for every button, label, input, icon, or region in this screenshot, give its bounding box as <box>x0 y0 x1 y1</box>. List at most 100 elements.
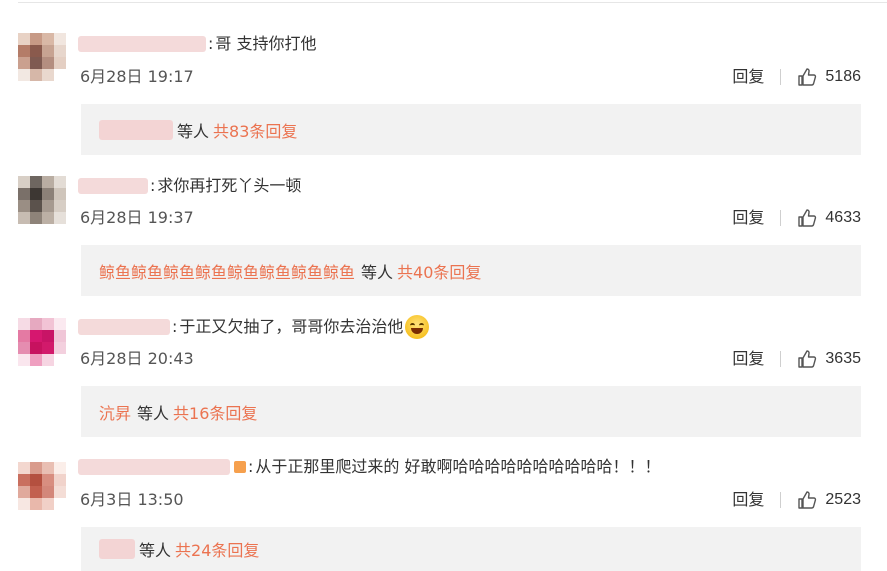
replies-summary: 鲸鱼鲸鱼鲸鱼鲸鱼鲸鱼鲸鱼鲸鱼鲸鱼 等人 共40条回复 <box>81 245 861 296</box>
comment-text: 哥 支持你打他 <box>215 34 317 53</box>
avatar-pixel <box>30 33 42 45</box>
avatar-pixel <box>42 45 54 57</box>
avatar-pixel <box>54 212 66 224</box>
avatar-pixel <box>42 69 54 81</box>
view-replies-link[interactable]: 共83条回复 <box>213 118 297 142</box>
avatar-pixel <box>54 69 66 81</box>
vip-badge-icon <box>234 461 246 473</box>
avatar-pixel <box>42 188 54 200</box>
avatar-pixel <box>42 498 54 510</box>
avatar[interactable] <box>18 462 66 510</box>
avatar-pixel <box>42 57 54 69</box>
avatar-pixel <box>18 188 30 200</box>
username-blurred[interactable] <box>78 459 230 475</box>
divider <box>780 492 782 508</box>
thumbs-up-icon[interactable] <box>797 349 817 369</box>
avatar[interactable] <box>18 318 66 366</box>
avatar-pixel <box>54 200 66 212</box>
replier-names[interactable]: 鲸鱼鲸鱼鲸鱼鲸鱼鲸鱼鲸鱼鲸鱼鲸鱼 <box>99 259 355 283</box>
comment-line: : 哥 支持你打他 <box>78 33 316 55</box>
reply-button[interactable]: 回复 <box>732 67 764 87</box>
avatar-pixel <box>54 486 66 498</box>
comment-time: 6月28日 20:43 <box>80 349 194 368</box>
thumbs-up-icon[interactable] <box>797 67 817 87</box>
avatar-pixel <box>54 176 66 188</box>
replies-summary: 等人 共24条回复 <box>81 527 861 571</box>
like-count: 3635 <box>825 350 861 367</box>
avatar-pixel <box>30 462 42 474</box>
replies-summary: 沆昇 等人 共16条回复 <box>81 386 861 437</box>
comment-actions: 回复 3635 <box>732 349 861 369</box>
comment-actions: 回复 5186 <box>732 67 861 87</box>
avatar-pixel <box>54 342 66 354</box>
avatar-pixel <box>18 200 30 212</box>
avatar-pixel <box>42 486 54 498</box>
comment-text: 从于正那里爬过来的 好敢啊哈哈哈哈哈哈哈哈哈哈！！！ <box>255 457 661 476</box>
avatar-pixel <box>54 57 66 69</box>
avatar-pixel <box>42 212 54 224</box>
view-replies-link[interactable]: 共40条回复 <box>397 259 481 283</box>
avatar-pixel <box>18 486 30 498</box>
divider <box>780 69 782 85</box>
avatar-pixel <box>18 342 30 354</box>
avatar-pixel <box>30 342 42 354</box>
avatar-pixel <box>18 33 30 45</box>
view-replies-link[interactable]: 共24条回复 <box>175 537 259 561</box>
avatar-pixel <box>30 69 42 81</box>
avatar-pixel <box>30 498 42 510</box>
avatar-pixel <box>18 212 30 224</box>
avatar-pixel <box>30 188 42 200</box>
username-blurred[interactable] <box>78 319 170 335</box>
avatar-pixel <box>18 318 30 330</box>
avatar-pixel <box>54 33 66 45</box>
colon: : <box>248 457 254 476</box>
avatar-pixel <box>30 330 42 342</box>
reply-button[interactable]: 回复 <box>732 208 764 228</box>
avatar-pixel <box>42 474 54 486</box>
divider <box>780 210 782 226</box>
comment-actions: 回复 2523 <box>732 490 861 510</box>
avatar-pixel <box>42 200 54 212</box>
view-replies-link[interactable]: 共16条回复 <box>173 400 257 424</box>
thumbs-up-icon[interactable] <box>797 490 817 510</box>
avatar-pixel <box>18 69 30 81</box>
comment-line: : 求你再打死丫头一顿 <box>78 175 301 197</box>
colon: : <box>208 34 214 53</box>
avatar-pixel <box>18 498 30 510</box>
avatar-pixel <box>54 45 66 57</box>
username-blurred[interactable] <box>78 36 206 52</box>
username-blurred[interactable] <box>78 178 148 194</box>
avatar-pixel <box>30 474 42 486</box>
comment-actions: 回复 4633 <box>732 208 861 228</box>
avatar[interactable] <box>18 33 66 81</box>
top-divider <box>18 2 887 3</box>
colon: : <box>150 176 156 195</box>
reply-button[interactable]: 回复 <box>732 349 764 369</box>
comment-time: 6月3日 13:50 <box>80 490 184 509</box>
thumbs-up-icon[interactable] <box>797 208 817 228</box>
avatar-pixel <box>42 330 54 342</box>
replier-names[interactable]: 沆昇 <box>99 400 131 424</box>
avatar-pixel <box>42 33 54 45</box>
avatar-pixel <box>18 462 30 474</box>
replier-names-blurred[interactable] <box>99 119 173 140</box>
comment-time: 6月28日 19:37 <box>80 208 194 227</box>
laughing-emoji-icon <box>405 315 430 339</box>
avatar-pixel <box>54 318 66 330</box>
colon: : <box>172 317 178 336</box>
like-count: 4633 <box>825 209 861 226</box>
avatar-pixel <box>42 354 54 366</box>
avatar-pixel <box>30 176 42 188</box>
avatar-pixel <box>18 176 30 188</box>
avatar-pixel <box>30 212 42 224</box>
comment-text: 于正又欠抽了，哥哥你去治治他 <box>179 317 404 336</box>
avatar-pixel <box>30 486 42 498</box>
reply-button[interactable]: 回复 <box>732 490 764 510</box>
avatar-pixel <box>54 188 66 200</box>
avatar-pixel <box>18 57 30 69</box>
like-count: 5186 <box>825 68 861 85</box>
replier-names-blurred[interactable] <box>99 539 135 559</box>
avatar[interactable] <box>18 176 66 224</box>
comment-line: : 于正又欠抽了，哥哥你去治治他 <box>78 315 430 339</box>
avatar-pixel <box>18 330 30 342</box>
